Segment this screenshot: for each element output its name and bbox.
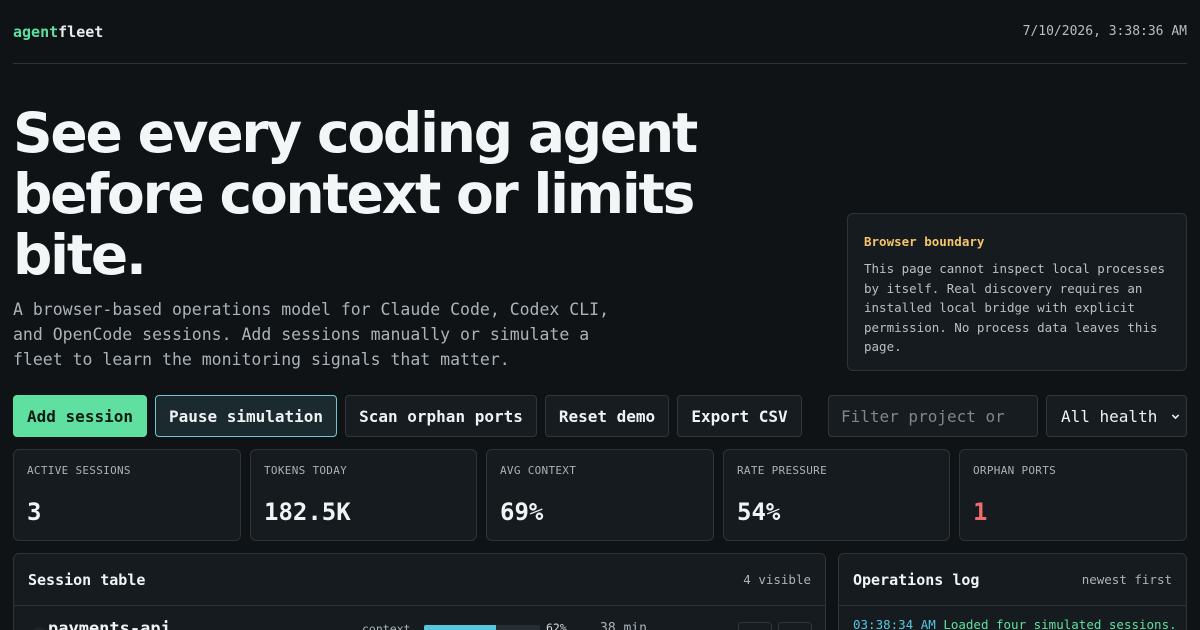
add-session-button[interactable]: Add session [13,395,147,437]
stat-label: ORPHAN PORTS [973,464,1057,477]
health-filter-select[interactable]: All health [1046,395,1187,437]
health-filter-value: All health [1061,406,1158,426]
panel-header: Operations log newest first [839,554,1186,606]
clock-timestamp: 7/10/2026, 3:38:36 AM [1022,24,1187,39]
stat-value: 69% [500,498,544,526]
stat-value: 54% [737,498,781,526]
filter-input[interactable] [828,395,1038,437]
brand-suffix: fleet [58,22,104,41]
browser-boundary-notice: Browser boundary This page cannot inspec… [847,213,1187,371]
visible-count: 4 visible [743,572,811,587]
pause-simulation-button[interactable]: Pause simulation [155,395,337,437]
stat-card-orphan-ports: ORPHAN PORTS 1 [959,449,1187,541]
session-age: 38 min [600,621,647,630]
notice-body: This page cannot inspect local processes… [864,261,1166,354]
log-entry: 03:38:34 AM Loaded four simulated sessio… [853,617,1177,630]
hero-title: See every coding agent before context or… [13,103,713,286]
stat-label: RATE PRESSURE [737,464,827,477]
session-table-panel: Session table 4 visible payments-api con… [13,553,826,630]
context-percent: 62% [546,621,567,630]
context-progress-bar [424,625,540,630]
log-message: Loaded four simulated sessions. [943,617,1177,630]
stat-value: 3 [27,498,42,526]
hero-subtitle: A browser-based operations model for Cla… [13,300,610,369]
stat-label: AVG CONTEXT [500,464,577,477]
brand-logo[interactable]: agentfleet [13,23,103,41]
hero-title-line-2: before context or limits [13,162,695,226]
reset-demo-button[interactable]: Reset demo [545,395,669,437]
brand-prefix: agent [13,22,59,41]
action-toolbar: Add session Pause simulation Scan orphan… [13,395,1187,437]
stat-value: 182.5K [264,498,351,526]
row-action-button[interactable] [738,622,772,630]
panel-title: Session table [28,570,146,589]
context-label: context [362,622,411,630]
operations-log-panel: Operations log newest first 03:38:34 AM … [838,553,1187,630]
row-action-button[interactable] [778,622,812,630]
stat-label: TOKENS TODAY [264,464,348,477]
stat-value: 1 [973,498,988,526]
stat-card-active-sessions: ACTIVE SESSIONS 3 [13,449,241,541]
session-name[interactable]: payments-api [48,619,171,630]
chevron-down-icon [1171,413,1180,419]
panel-header: Session table 4 visible [14,554,825,606]
top-bar: agentfleet 7/10/2026, 3:38:36 AM [13,0,1187,64]
export-csv-button[interactable]: Export CSV [677,395,802,437]
hero-title-line-3: bite. [13,223,147,287]
notice-title: Browser boundary [864,234,985,249]
log-timestamp: 03:38:34 AM [853,617,936,630]
stat-label: ACTIVE SESSIONS [27,464,131,477]
stat-card-tokens-today: TOKENS TODAY 182.5K [250,449,477,541]
table-row[interactable]: payments-api context 62% 38 min [14,607,825,630]
panel-title: Operations log [853,570,980,589]
log-sort-label: newest first [1081,572,1172,587]
hero-title-line-1: See every coding agent [13,101,698,165]
context-progress-fill [424,625,496,630]
stat-card-avg-context: AVG CONTEXT 69% [486,449,714,541]
stat-card-rate-pressure: RATE PRESSURE 54% [723,449,950,541]
scan-orphan-ports-button[interactable]: Scan orphan ports [345,395,537,437]
